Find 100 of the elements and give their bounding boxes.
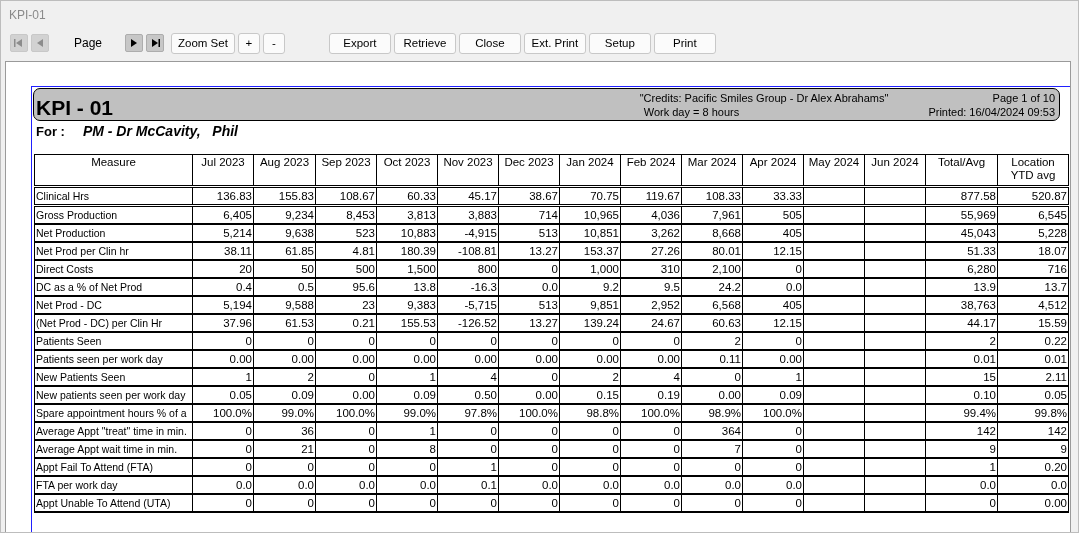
table-cell: 0 bbox=[742, 440, 804, 458]
toolbar-button[interactable]: Retrieve bbox=[393, 32, 456, 54]
table-cell: 4.81 bbox=[315, 242, 377, 260]
table-cell: 0.5 bbox=[253, 278, 316, 296]
table-cell: 98.8% bbox=[559, 404, 621, 422]
table-cell: 0.09 bbox=[253, 386, 316, 404]
table-cell: 0.00 bbox=[253, 350, 316, 368]
table-cell: 0 bbox=[192, 494, 254, 512]
table-cell: 0.0 bbox=[559, 476, 621, 494]
toolbar-button[interactable]: Ext. Print bbox=[523, 32, 586, 54]
zoom-button[interactable]: - bbox=[262, 32, 285, 54]
page-label: Page bbox=[74, 36, 103, 50]
table-cell: 8 bbox=[376, 440, 438, 458]
table-cell: -5,715 bbox=[437, 296, 499, 314]
table-cell: 9.2 bbox=[559, 278, 621, 296]
table-cell: 0.0 bbox=[498, 278, 560, 296]
table-cell: 0.00 bbox=[620, 350, 682, 368]
table-cell: 9 bbox=[925, 440, 998, 458]
table-cell: 0.09 bbox=[742, 386, 804, 404]
table-cell: 80.01 bbox=[681, 242, 743, 260]
column-header: Jan 2024 bbox=[559, 154, 621, 187]
table-cell: 100.0% bbox=[498, 404, 560, 422]
table-cell: 0.1 bbox=[437, 476, 499, 494]
skip-right-icon bbox=[149, 37, 162, 49]
table-cell: 0 bbox=[742, 422, 804, 440]
table-cell: 0.00 bbox=[437, 350, 499, 368]
table-cell: 60.33 bbox=[376, 186, 438, 206]
table-cell: 9 bbox=[997, 440, 1069, 458]
row-label: New patients seen per work day bbox=[34, 386, 193, 404]
table-cell: 0 bbox=[559, 494, 621, 512]
table-cell: 60.63 bbox=[681, 314, 743, 332]
table-cell: 155.83 bbox=[253, 186, 316, 206]
table-cell: 1 bbox=[376, 422, 438, 440]
table-cell: 45.17 bbox=[437, 186, 499, 206]
column-header: Jul 2023 bbox=[192, 154, 254, 187]
table-cell: 0 bbox=[559, 332, 621, 350]
table-cell: 5,194 bbox=[192, 296, 254, 314]
table-cell: 108.67 bbox=[315, 186, 377, 206]
table-cell: 520.87 bbox=[997, 186, 1069, 206]
toolbar-button[interactable]: Setup bbox=[588, 32, 651, 54]
row-label: Direct Costs bbox=[34, 260, 193, 278]
table-cell: 0.21 bbox=[315, 314, 377, 332]
table-cell: 0.11 bbox=[681, 350, 743, 368]
toolbar-button[interactable]: Export bbox=[328, 32, 391, 54]
zoom-button[interactable]: Zoom Set bbox=[171, 32, 235, 54]
table-cell: 0.00 bbox=[742, 350, 804, 368]
table-cell: 15 bbox=[925, 368, 998, 386]
table-cell: 7 bbox=[681, 440, 743, 458]
table-cell: 38.11 bbox=[192, 242, 254, 260]
table-cell: -16.3 bbox=[437, 278, 499, 296]
table-cell: 3,262 bbox=[620, 224, 682, 242]
table-cell: 310 bbox=[620, 260, 682, 278]
table-cell: 0 bbox=[437, 494, 499, 512]
table-cell: 500 bbox=[315, 260, 377, 278]
toolbar-button[interactable]: Close bbox=[458, 32, 521, 54]
page-nav-button[interactable] bbox=[125, 34, 144, 52]
table-cell: 0 bbox=[742, 458, 804, 476]
column-header: Dec 2023 bbox=[498, 154, 560, 187]
table-cell: 23 bbox=[315, 296, 377, 314]
table-cell: 13.7 bbox=[997, 278, 1069, 296]
table-cell: 0 bbox=[315, 494, 377, 512]
table-cell: 0 bbox=[742, 332, 804, 350]
toolbar-button[interactable]: Print bbox=[653, 32, 716, 54]
table-cell: 100.0% bbox=[620, 404, 682, 422]
table-cell: 50 bbox=[253, 260, 316, 278]
table-cell: 27.26 bbox=[620, 242, 682, 260]
table-cell: 1,000 bbox=[559, 260, 621, 278]
table-cell: 0.00 bbox=[315, 386, 377, 404]
for-value: PM - Dr McCavity, Phil bbox=[82, 123, 238, 139]
table-cell: 0.0 bbox=[253, 476, 316, 494]
table-cell: 0 bbox=[559, 440, 621, 458]
table-cell: -4,915 bbox=[437, 224, 499, 242]
table-cell: 877.58 bbox=[925, 186, 998, 206]
table-cell: 6,568 bbox=[681, 296, 743, 314]
table-cell: 0.0 bbox=[997, 476, 1069, 494]
table-cell: 405 bbox=[742, 296, 804, 314]
table-cell: -126.52 bbox=[437, 314, 499, 332]
page-nav-button[interactable] bbox=[146, 34, 165, 52]
table-cell: 38.67 bbox=[498, 186, 560, 206]
column-header: Sep 2023 bbox=[315, 154, 377, 187]
column-header: May 2024 bbox=[803, 154, 865, 187]
table-cell: 0.00 bbox=[315, 350, 377, 368]
table-cell: 180.39 bbox=[376, 242, 438, 260]
table-cell: 13.9 bbox=[925, 278, 998, 296]
table-cell: 37.96 bbox=[192, 314, 254, 332]
table-cell: 0 bbox=[192, 332, 254, 350]
table-cell: 0.0 bbox=[620, 476, 682, 494]
column-header: Feb 2024 bbox=[620, 154, 682, 187]
row-label: Appt Unable To Attend (UTA) bbox=[34, 494, 193, 512]
table-cell: 1 bbox=[925, 458, 998, 476]
table-cell: 15.59 bbox=[997, 314, 1069, 332]
table-cell: 70.75 bbox=[559, 186, 621, 206]
table-cell: 6,405 bbox=[192, 205, 254, 224]
table-cell: 142 bbox=[997, 422, 1069, 440]
table-cell: 0 bbox=[498, 332, 560, 350]
table-cell: 0.01 bbox=[997, 350, 1069, 368]
zoom-button[interactable]: + bbox=[237, 32, 260, 54]
table-cell: 0 bbox=[192, 458, 254, 476]
table-cell: 4 bbox=[620, 368, 682, 386]
table-cell: 108.33 bbox=[681, 186, 743, 206]
